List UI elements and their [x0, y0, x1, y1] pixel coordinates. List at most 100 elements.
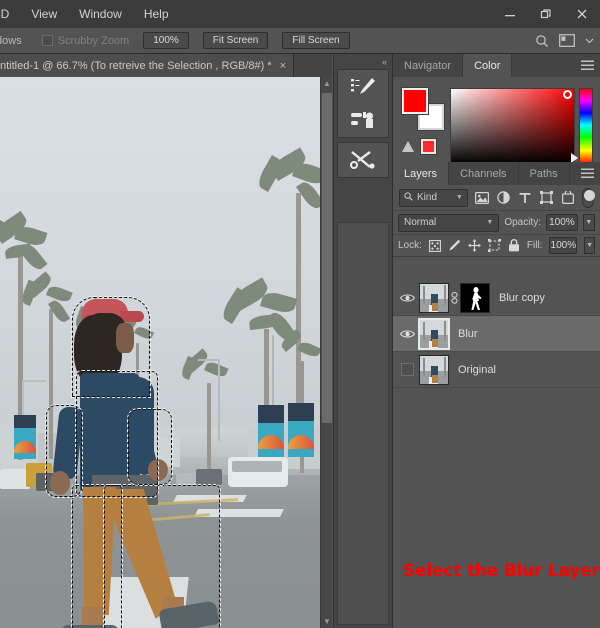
eye-icon[interactable]: [395, 316, 419, 352]
opacity-value[interactable]: 100%: [546, 214, 578, 231]
close-icon[interactable]: ×: [280, 60, 286, 72]
close-icon[interactable]: [564, 0, 600, 28]
brush-presets-icon[interactable]: [348, 75, 378, 99]
restore-icon[interactable]: [528, 0, 564, 28]
dock-group-tools: [337, 142, 389, 178]
menu-item-help[interactable]: Help: [133, 0, 180, 28]
photoshop-window: 3D View Window Help dows: [0, 0, 600, 628]
tools-icon[interactable]: [348, 148, 378, 172]
blend-mode-row: Normal ▼ Opacity: 100% ▼: [393, 211, 600, 235]
minimize-icon[interactable]: [492, 0, 528, 28]
lock-row: Lock:: [393, 235, 600, 257]
options-bar: dows Scrubby Zoom 100% Fit Screen Fill S…: [0, 28, 600, 54]
menu-item-view[interactable]: View: [20, 0, 68, 28]
blend-mode-value: Normal: [404, 217, 436, 228]
document-tab-strip: ntitled-1 @ 66.7% (To retreive the Selec…: [0, 54, 332, 77]
gamut-warning-group: [402, 139, 436, 154]
document-image: [0, 77, 320, 628]
tab-navigator[interactable]: Navigator: [393, 54, 463, 77]
lock-transparent-pixels-icon[interactable]: [429, 238, 441, 254]
right-panel-stack: Navigator Color: [392, 54, 600, 628]
smart-object-filter-icon[interactable]: [560, 189, 576, 207]
tab-color[interactable]: Color: [463, 54, 512, 77]
layer-mask-link-icon[interactable]: [449, 292, 460, 304]
shape-layer-filter-icon[interactable]: [539, 189, 555, 207]
type-layer-filter-icon[interactable]: [517, 189, 533, 207]
eye-off-icon[interactable]: [401, 363, 414, 376]
dock-group-brushes: [337, 69, 389, 138]
tab-channels[interactable]: Channels: [449, 162, 518, 185]
chevron-down-icon[interactable]: [585, 38, 594, 44]
pixel-layer-filter-icon[interactable]: [474, 189, 490, 207]
filter-toggle-switch[interactable]: [582, 188, 594, 208]
layer-kind-label: Kind: [417, 192, 437, 203]
panel-menu-icon[interactable]: [578, 54, 596, 77]
gamut-warning-swatch[interactable]: [421, 139, 436, 154]
layer-kind-select[interactable]: Kind ▼: [399, 189, 468, 207]
scroll-down-arrow-icon[interactable]: ▼: [321, 615, 333, 628]
lock-image-pixels-icon[interactable]: [448, 238, 461, 254]
lock-label: Lock:: [398, 240, 422, 251]
scrollbar-thumb[interactable]: [322, 93, 332, 423]
layer-name[interactable]: Original: [458, 364, 496, 376]
search-icon: [404, 192, 413, 204]
options-bar-right: [535, 34, 594, 48]
fill-value[interactable]: 100%: [549, 237, 577, 254]
layer-name[interactable]: Blur: [458, 328, 478, 340]
adjustments-icon[interactable]: [348, 108, 378, 132]
zoom-100-button[interactable]: 100%: [143, 32, 189, 49]
color-field-marker[interactable]: [563, 90, 572, 99]
menu-item-3d[interactable]: 3D: [0, 0, 20, 28]
foreground-color-swatch[interactable]: [402, 88, 428, 114]
canvas-vertical-scrollbar[interactable]: ▲ ▼: [320, 77, 332, 628]
eye-icon[interactable]: [395, 280, 419, 316]
scrubby-zoom-checkbox[interactable]: [42, 35, 53, 46]
layer-name[interactable]: Blur copy: [499, 292, 545, 304]
scrubby-zoom-option[interactable]: Scrubby Zoom: [42, 35, 130, 47]
options-left-label: dows: [0, 35, 22, 47]
document-tab[interactable]: ntitled-1 @ 66.7% (To retreive the Selec…: [0, 54, 294, 77]
color-panel-tabs: Navigator Color: [393, 54, 600, 77]
dock-empty-area: [337, 222, 389, 625]
fill-label: Fill:: [527, 240, 543, 251]
expand-panels-icon[interactable]: «: [334, 54, 392, 69]
layer-mask-thumbnail[interactable]: [460, 283, 490, 313]
scroll-up-arrow-icon[interactable]: ▲: [321, 77, 333, 90]
document-tab-title: ntitled-1 @ 66.7% (To retreive the Selec…: [0, 60, 272, 72]
annotation-text: Select the Blur Layer: [403, 561, 594, 581]
eye-icon[interactable]: [395, 352, 419, 388]
chevron-down-icon: ▼: [486, 219, 493, 226]
layer-filter-row: Kind ▼: [393, 185, 600, 211]
lock-artboard-nesting-icon[interactable]: [488, 238, 501, 254]
tab-paths[interactable]: Paths: [519, 162, 570, 185]
blend-mode-select[interactable]: Normal ▼: [398, 214, 499, 232]
lock-all-icon[interactable]: [508, 238, 520, 254]
adjustment-layer-filter-icon[interactable]: [495, 189, 511, 207]
panel-menu-icon[interactable]: [578, 162, 596, 185]
menu-item-window[interactable]: Window: [68, 0, 133, 28]
workspace-icon[interactable]: [559, 34, 575, 47]
opacity-chevron-down-icon[interactable]: ▼: [583, 214, 595, 231]
foreground-background-swatches: [402, 88, 444, 130]
layer-row-original[interactable]: Original: [393, 352, 600, 388]
fill-chevron-down-icon[interactable]: ▼: [584, 237, 595, 254]
fit-screen-button[interactable]: Fit Screen: [203, 32, 269, 49]
lock-position-icon[interactable]: [468, 238, 481, 254]
opacity-label: Opacity:: [504, 217, 541, 228]
layer-thumbnail[interactable]: [419, 355, 449, 385]
scrubby-zoom-label: Scrubby Zoom: [58, 35, 130, 47]
layer-row-blur[interactable]: Blur: [393, 316, 600, 352]
gamut-warning-icon[interactable]: [402, 141, 414, 152]
fill-screen-button[interactable]: Fill Screen: [282, 32, 349, 49]
color-field-picker[interactable]: [450, 88, 575, 165]
tab-layers[interactable]: Layers: [393, 162, 449, 185]
layer-thumbnail[interactable]: [419, 283, 449, 313]
layer-thumbnail[interactable]: [419, 319, 449, 349]
menu-bar: 3D View Window Help: [0, 0, 600, 28]
canvas-area[interactable]: [0, 77, 320, 628]
hue-slider[interactable]: [579, 88, 593, 165]
layer-row-blur-copy[interactable]: Blur copy: [393, 280, 600, 316]
chevron-down-icon: ▼: [456, 194, 463, 201]
layers-panel-tabs: Layers Channels Paths: [393, 162, 600, 185]
search-icon[interactable]: [535, 34, 549, 48]
